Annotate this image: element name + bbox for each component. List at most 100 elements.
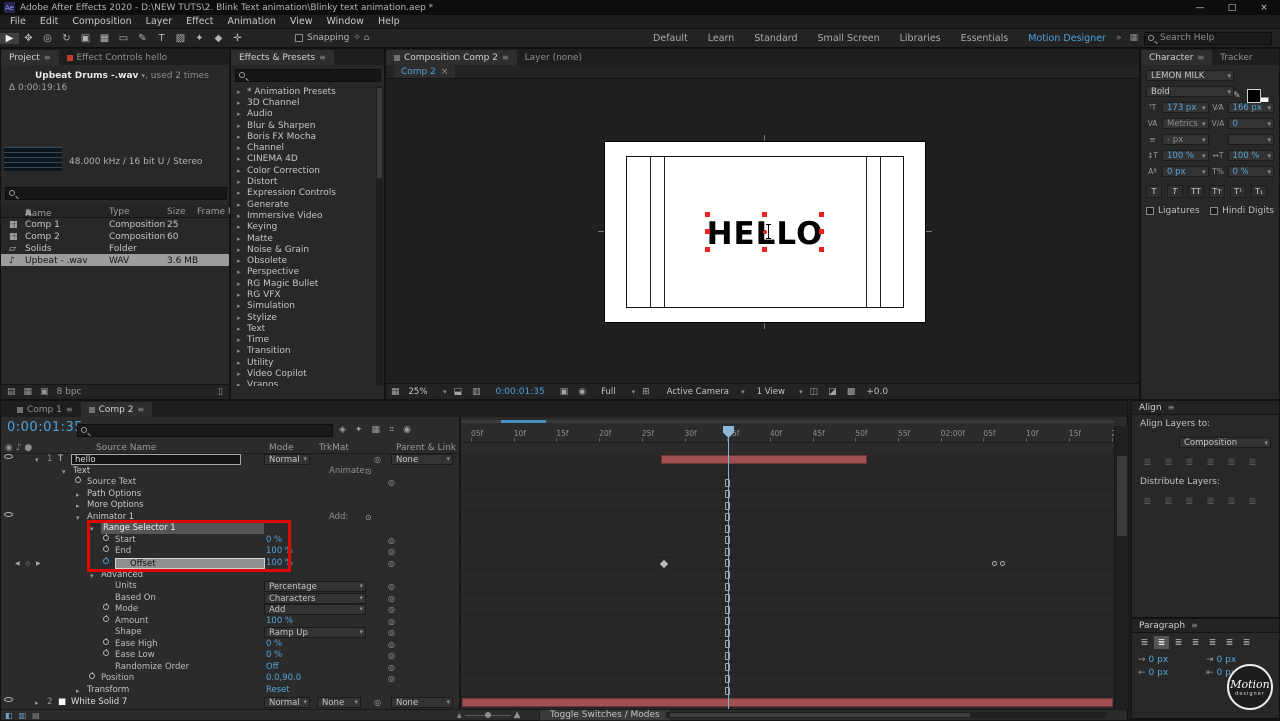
hindi-digits-control[interactable]: Hindi Digits <box>1210 206 1274 216</box>
pen-tool-icon[interactable]: ✎ <box>133 33 152 44</box>
twirl-icon[interactable]: ▸ <box>237 314 243 322</box>
panel-menu-icon[interactable]: ≡ <box>502 53 509 62</box>
twirl-icon[interactable]: ▸ <box>237 212 243 220</box>
font-size-dropdown[interactable]: 173 px <box>1162 102 1209 113</box>
project-search[interactable] <box>5 187 227 200</box>
twirl-icon[interactable]: ▸ <box>237 178 243 186</box>
justify-last-right-button[interactable]: ≣ <box>1222 636 1237 649</box>
snapping-checkbox[interactable] <box>295 34 303 42</box>
twirl-icon[interactable]: ▸ <box>237 257 243 265</box>
twirl-icon[interactable]: ▸ <box>76 501 80 512</box>
track-row[interactable] <box>461 489 1114 501</box>
project-bit-depth[interactable]: 8 bpc <box>57 387 82 397</box>
shape-tool-icon[interactable]: ▭ <box>114 33 133 44</box>
menu-edit[interactable]: Edit <box>33 16 65 27</box>
distribute-bottom-button[interactable]: ≣ <box>1182 495 1197 508</box>
vertical-scale-dropdown[interactable]: 100 % <box>1162 150 1209 161</box>
property-value[interactable]: Off <box>266 662 279 673</box>
timeline-row-shape[interactable]: Shape Ramp Up ◎ <box>1 627 459 639</box>
align-text-right-button[interactable]: ≣ <box>1171 636 1186 649</box>
snapshot-icon[interactable]: ▣ <box>560 387 569 397</box>
effects-category-obsolete[interactable]: ▸ Obsolete <box>231 255 377 266</box>
property-name[interactable]: Source Text <box>87 477 136 488</box>
timeline-row-position[interactable]: Position 0.0,90.0 ◎ <box>1 672 459 685</box>
timeline-row-randomize-order[interactable]: Randomize Order Off ◎ <box>1 662 459 674</box>
blend-mode-dropdown[interactable]: Normal <box>264 454 310 465</box>
magnification-dropdown[interactable]: 25% <box>405 386 449 397</box>
twirl-icon[interactable]: ▸ <box>237 370 243 378</box>
timeline-row-ease-low[interactable]: Ease Low 0 % ◎ <box>1 649 459 662</box>
panel-menu-icon[interactable]: ≡ <box>319 53 326 62</box>
effects-category-animation-presets[interactable]: ▸ * Animation Presets <box>231 86 377 97</box>
property-pickwhip-icon[interactable]: ◎ <box>388 546 395 557</box>
effects-category-video-copilot[interactable]: ▸ Video Copilot <box>231 368 377 379</box>
stopwatch-icon[interactable] <box>89 672 95 680</box>
selection-handle[interactable] <box>705 247 710 252</box>
twirl-icon[interactable]: ▾ <box>35 455 39 466</box>
panel-lock-icon[interactable] <box>394 54 400 61</box>
twirl-icon[interactable]: ▸ <box>237 347 243 355</box>
property-dropdown[interactable]: Percentage <box>264 581 366 593</box>
track-row[interactable] <box>461 466 1114 478</box>
workspace-motion-designer[interactable]: Motion Designer <box>1028 33 1106 44</box>
effects-category-expression-controls[interactable]: ▸ Expression Controls <box>231 188 377 199</box>
ligatures-control[interactable]: Ligatures <box>1146 206 1200 216</box>
effects-category-boris-fx-mocha[interactable]: ▸ Boris FX Mocha <box>231 131 377 142</box>
property-pickwhip-icon[interactable]: ◎ <box>388 627 395 638</box>
tab-character[interactable]: Character ≡ <box>1141 50 1213 65</box>
always-preview-icon[interactable]: ▦ <box>391 387 400 397</box>
create-comp-icon[interactable]: ▣ <box>40 387 49 397</box>
panel-menu-icon[interactable]: ≡ <box>44 53 51 62</box>
property-name[interactable]: Mode <box>115 604 138 615</box>
track-row[interactable] <box>461 604 1114 616</box>
twirl-icon[interactable]: ▸ <box>237 235 243 243</box>
keyframe-circle[interactable] <box>992 560 997 566</box>
superscript-button[interactable]: T¹ <box>1230 185 1246 198</box>
workspace-essentials[interactable]: Essentials <box>961 33 1009 44</box>
eyedropper-icon[interactable]: ✎ <box>1233 91 1241 101</box>
viewer-current-time[interactable]: 0:00:01:35 <box>496 387 545 397</box>
zoom-tool-icon[interactable]: ◎ <box>38 33 57 44</box>
track-row[interactable] <box>461 558 1114 570</box>
effects-category-time[interactable]: ▸ Time <box>231 335 377 346</box>
comp-tab-chip[interactable]: Comp 2 × <box>394 65 456 78</box>
property-pickwhip-icon[interactable]: ◎ <box>388 604 395 615</box>
all-caps-button[interactable]: TT <box>1188 185 1204 198</box>
twirl-icon[interactable]: ▸ <box>35 698 39 709</box>
baseline-shift-dropdown[interactable]: 0 px <box>1162 166 1209 177</box>
twirl-icon[interactable]: ▸ <box>237 280 243 288</box>
track-row[interactable] <box>461 500 1114 512</box>
grid-guides-icon[interactable]: ▥ <box>472 387 481 397</box>
property-value[interactable]: 100 % <box>266 616 293 627</box>
composition-mini-flowchart-icon[interactable]: ◈ <box>339 425 346 435</box>
stopwatch-icon[interactable] <box>103 637 109 645</box>
timeline-vertical-scrollbar[interactable] <box>1114 426 1128 709</box>
twirl-icon[interactable]: ▾ <box>76 513 80 524</box>
track-row[interactable] <box>461 627 1114 639</box>
track-row[interactable] <box>461 535 1114 547</box>
puppet-tool-icon[interactable]: ✛ <box>228 33 247 44</box>
horizontal-scale-dropdown[interactable]: 100 % <box>1227 150 1274 161</box>
twirl-icon[interactable]: ▾ <box>62 467 66 478</box>
effects-category-rg-vfx[interactable]: ▸ RG VFX <box>231 289 377 300</box>
effects-category-keying[interactable]: ▸ Keying <box>231 222 377 233</box>
current-time-display[interactable]: 0:00:01:35 <box>7 420 83 435</box>
effects-category-transition[interactable]: ▸ Transition <box>231 346 377 357</box>
effects-category-distort[interactable]: ▸ Distort <box>231 176 377 187</box>
twirl-icon[interactable]: ▸ <box>237 268 243 276</box>
effects-category-vranos[interactable]: ▸ Vranos <box>231 380 377 386</box>
twirl-icon[interactable]: ▸ <box>237 302 243 310</box>
property-pickwhip-icon[interactable]: ◎ <box>388 639 395 650</box>
kerning-value-dropdown[interactable]: 0 <box>1227 118 1274 129</box>
draft-3d-icon[interactable]: ✦ <box>355 425 363 435</box>
property-name[interactable]: More Options <box>87 500 144 511</box>
minimize-button[interactable]: — <box>1184 0 1216 15</box>
property-name[interactable]: Based On <box>115 593 156 604</box>
effects-category-generate[interactable]: ▸ Generate <box>231 199 377 210</box>
tab-composition[interactable]: Composition Comp 2 ≡ <box>386 50 517 65</box>
camera-dropdown[interactable]: Active Camera <box>663 386 747 397</box>
composition-canvas[interactable]: HELLO <box>598 135 932 329</box>
track-row[interactable] <box>461 570 1114 582</box>
track-row[interactable] <box>461 512 1114 524</box>
twirl-icon[interactable]: ▸ <box>237 246 243 254</box>
